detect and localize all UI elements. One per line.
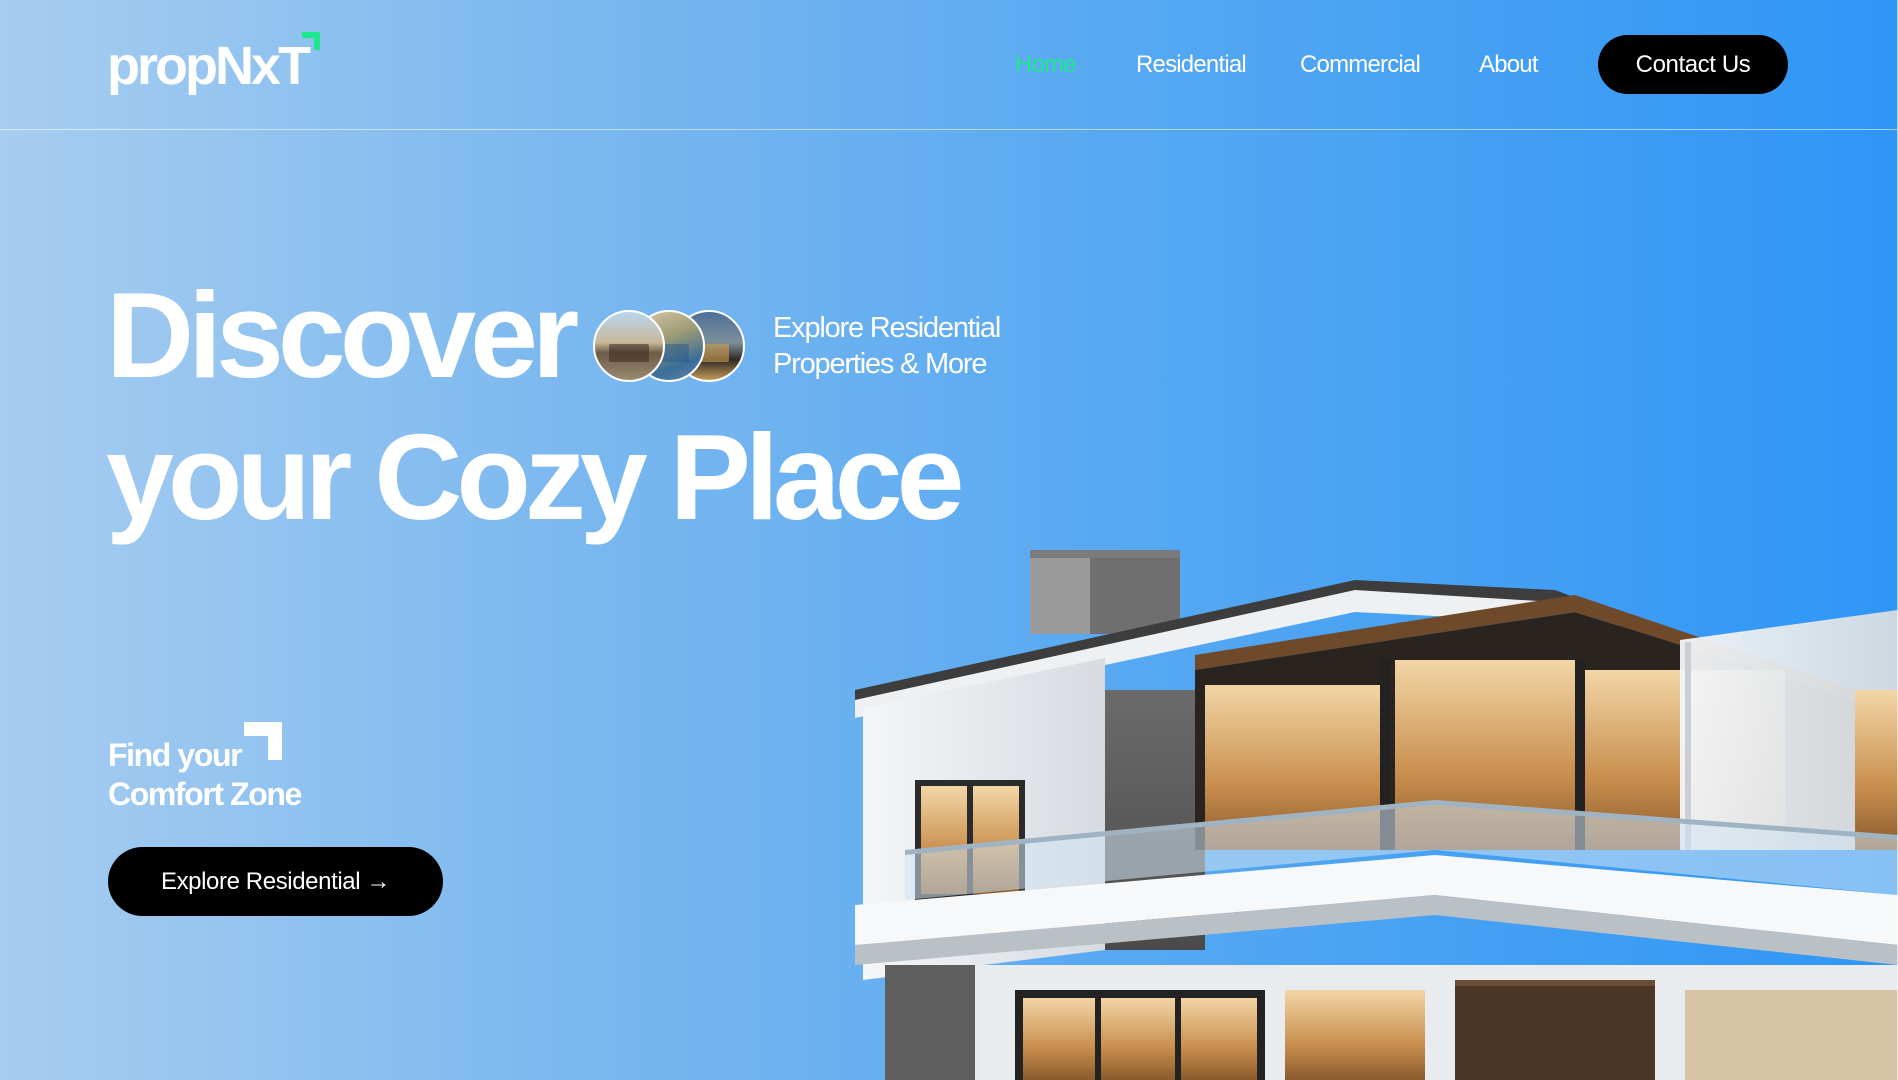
nav-residential[interactable]: Residential [1136,48,1247,82]
hero-section: propNxT Home Residential Commercial Abou… [0,0,1898,1080]
headline-line-2: your Cozy Place [106,409,964,545]
find-line-2: Comfort Zone [108,776,302,812]
corner-bracket-icon [244,722,282,760]
nav-about[interactable]: About [1479,48,1539,82]
site-header: propNxT Home Residential Commercial Abou… [0,0,1898,130]
nav-home[interactable]: Home [1015,48,1077,82]
property-thumbnail[interactable] [593,310,665,382]
logo[interactable]: propNxT [107,36,311,96]
explore-residential-button[interactable]: Explore Residential → [108,847,443,916]
contact-us-button[interactable]: Contact Us [1598,35,1788,94]
tagline-line-1: Explore Residential [773,312,1001,344]
modern-house-image [855,550,1898,1080]
logo-corner-icon [302,32,320,50]
headline-line-1: Discover [106,267,579,403]
tagline-line-2: Properties & More [773,348,988,380]
property-thumbnails [593,310,745,382]
tagline: Explore Residential Properties & More [773,310,1001,382]
nav-commercial[interactable]: Commercial [1300,48,1421,82]
